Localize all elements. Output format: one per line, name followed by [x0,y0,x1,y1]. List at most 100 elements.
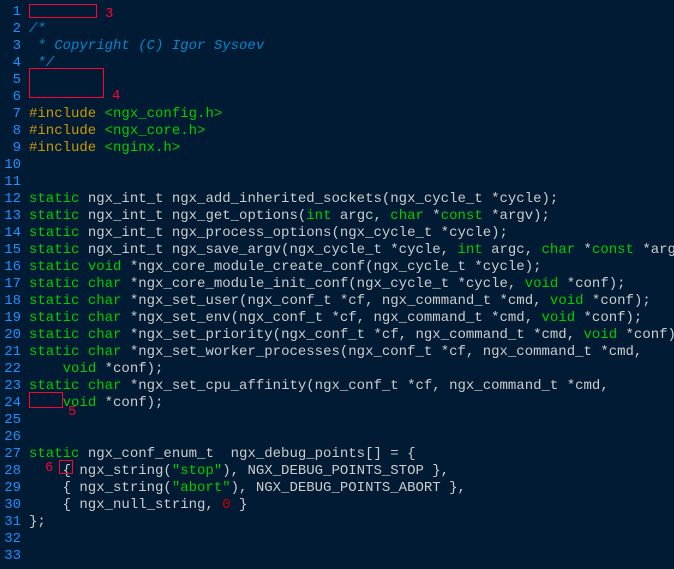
code-line[interactable]: 23static char *ngx_set_cpu_affinity(ngx_… [0,378,674,395]
code-token: void [550,293,584,309]
code-token: ngx_conf_enum_t ngx_debug_points[] = { [79,446,415,462]
code-token: } [231,497,248,513]
code-token: void [63,395,97,411]
code-token: /* [29,21,46,37]
code-token: * [424,208,441,224]
line-code[interactable]: */ [25,55,54,72]
line-code[interactable]: static ngx_int_t ngx_process_options(ngx… [25,225,508,242]
code-line[interactable]: 18static char *ngx_set_user(ngx_conf_t *… [0,293,674,310]
line-code[interactable] [25,174,29,191]
line-code[interactable]: static ngx_conf_enum_t ngx_debug_points[… [25,446,415,463]
code-line[interactable]: 30 { ngx_null_string, 0 } [0,497,674,514]
code-line[interactable]: 22 void *conf); [0,361,674,378]
line-code[interactable] [25,4,29,21]
code-line[interactable]: 28 { ngx_string("stop"), NGX_DEBUG_POINT… [0,463,674,480]
line-code[interactable] [25,157,29,174]
line-code[interactable]: static char *ngx_set_env(ngx_conf_t *cf,… [25,310,642,327]
code-line[interactable]: 1 [0,4,674,21]
code-line[interactable]: 8#include <ngx_core.h> [0,123,674,140]
code-token: static [29,378,79,394]
line-code[interactable] [25,531,29,548]
line-code[interactable] [25,548,29,565]
line-code[interactable]: void *conf); [25,395,163,412]
line-number: 19 [0,310,25,327]
line-code[interactable]: #include <ngx_config.h> [25,106,222,123]
line-code[interactable]: static void *ngx_core_module_create_conf… [25,259,542,276]
line-code[interactable] [25,429,29,446]
code-line[interactable]: 13static ngx_int_t ngx_get_options(int a… [0,208,674,225]
code-token: static [29,225,79,241]
code-token: ngx_int_t ngx_process_options(ngx_cycle_… [79,225,507,241]
line-code[interactable]: { ngx_string("stop"), NGX_DEBUG_POINTS_S… [25,463,449,480]
line-number: 21 [0,344,25,361]
code-line[interactable]: 9#include <nginx.h> [0,140,674,157]
line-code[interactable] [25,89,29,106]
line-code[interactable]: { ngx_string("abort"), NGX_DEBUG_POINTS_… [25,480,466,497]
code-token: char [88,276,122,292]
line-code[interactable]: static char *ngx_set_cpu_affinity(ngx_co… [25,378,609,395]
code-line[interactable]: 31}; [0,514,674,531]
line-number: 31 [0,514,25,531]
code-line[interactable]: 3 * Copyright (C) Igor Sysoev [0,38,674,55]
line-code[interactable]: * Copyright (C) Igor Sysoev [25,38,264,55]
code-line[interactable]: 12static ngx_int_t ngx_add_inherited_soc… [0,191,674,208]
code-token [79,276,87,292]
code-token [29,395,63,411]
code-token: const [592,242,634,258]
code-line[interactable]: 14static ngx_int_t ngx_process_options(n… [0,225,674,242]
code-line[interactable]: 27static ngx_conf_enum_t ngx_debug_point… [0,446,674,463]
code-token: *conf); [558,276,625,292]
code-line[interactable]: 4 */ [0,55,674,72]
code-line[interactable]: 21static char *ngx_set_worker_processes(… [0,344,674,361]
line-number: 3 [0,38,25,55]
line-code[interactable]: void *conf); [25,361,163,378]
line-code[interactable]: static ngx_int_t ngx_get_options(int arg… [25,208,550,225]
line-code[interactable]: }; [25,514,46,531]
code-token: *argv); [634,242,674,258]
code-token: { ngx_string( [29,463,172,479]
line-code[interactable]: static char *ngx_core_module_init_conf(n… [25,276,626,293]
code-line[interactable]: 6 [0,89,674,106]
code-line[interactable]: 17static char *ngx_core_module_init_conf… [0,276,674,293]
code-token: void [542,310,576,326]
code-editor[interactable]: 12/*3 * Copyright (C) Igor Sysoev4 */567… [0,0,674,569]
line-number: 33 [0,548,25,565]
line-code[interactable]: { ngx_null_string, 0 } [25,497,247,514]
line-code[interactable]: static ngx_int_t ngx_add_inherited_socke… [25,191,558,208]
code-line[interactable]: 32 [0,531,674,548]
line-code[interactable]: /* [25,21,46,38]
line-code[interactable] [25,72,29,89]
code-line[interactable]: 2/* [0,21,674,38]
line-code[interactable]: static char *ngx_set_priority(ngx_conf_t… [25,327,674,344]
code-line[interactable]: 24 void *conf); [0,395,674,412]
code-token: static [29,191,79,207]
line-number: 22 [0,361,25,378]
code-line[interactable]: 33 [0,548,674,565]
line-number: 1 [0,4,25,21]
code-line[interactable]: 10 [0,157,674,174]
line-number: 15 [0,242,25,259]
code-token: static [29,276,79,292]
code-line[interactable]: 5 [0,72,674,89]
code-token [79,378,87,394]
line-code[interactable]: #include <nginx.h> [25,140,180,157]
code-token [79,344,87,360]
line-code[interactable]: static char *ngx_set_worker_processes(ng… [25,344,642,361]
code-line[interactable]: 19static char *ngx_set_env(ngx_conf_t *c… [0,310,674,327]
code-line[interactable]: 29 { ngx_string("abort"), NGX_DEBUG_POIN… [0,480,674,497]
code-line[interactable]: 15static ngx_int_t ngx_save_argv(ngx_cyc… [0,242,674,259]
code-token: }; [29,514,46,530]
line-code[interactable]: static ngx_int_t ngx_save_argv(ngx_cycle… [25,242,674,259]
code-line[interactable]: 7#include <ngx_config.h> [0,106,674,123]
code-line[interactable]: 26 [0,429,674,446]
line-code[interactable] [25,412,29,429]
code-line[interactable]: 16static void *ngx_core_module_create_co… [0,259,674,276]
code-token: static [29,259,79,275]
line-code[interactable]: #include <ngx_core.h> [25,123,205,140]
code-line[interactable]: 25 [0,412,674,429]
code-token: <ngx_core.h> [105,123,206,139]
code-line[interactable]: 11 [0,174,674,191]
line-code[interactable]: static char *ngx_set_user(ngx_conf_t *cf… [25,293,651,310]
line-number: 14 [0,225,25,242]
code-line[interactable]: 20static char *ngx_set_priority(ngx_conf… [0,327,674,344]
